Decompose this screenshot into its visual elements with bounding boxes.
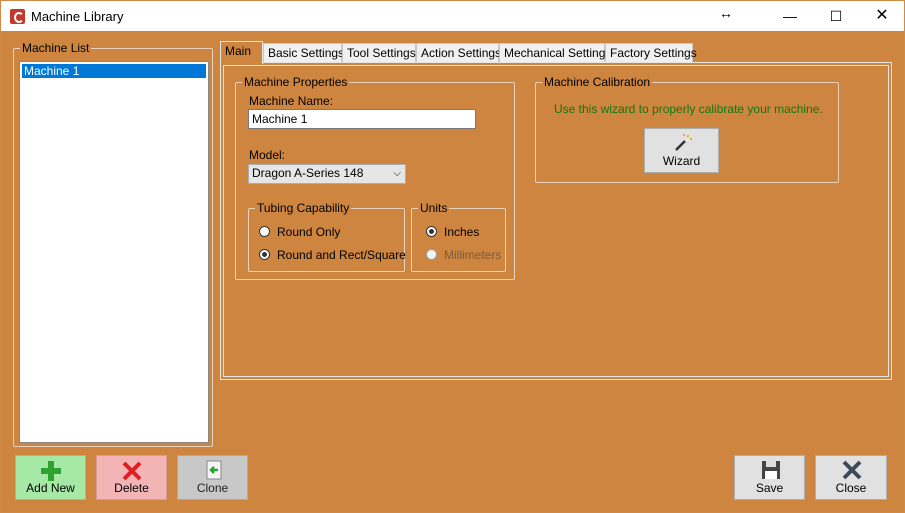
resize-arrows-icon: ↔ bbox=[719, 5, 733, 21]
window-title: Machine Library bbox=[31, 9, 124, 24]
machine-name-label: Machine Name: bbox=[249, 94, 334, 108]
wand-icon bbox=[675, 134, 692, 151]
machine-properties-title: Machine Properties bbox=[242, 75, 350, 89]
model-select[interactable]: Dragon A-Series 148 ⌵ bbox=[248, 164, 406, 184]
maximize-button[interactable]: ☐ bbox=[813, 1, 859, 31]
round-only-radio[interactable] bbox=[259, 226, 270, 237]
x-icon bbox=[122, 461, 142, 481]
delete-button[interactable]: Delete bbox=[96, 455, 167, 500]
tab-mechanical-settings[interactable]: Mechanical Settings bbox=[499, 43, 611, 62]
close-label: Close bbox=[835, 481, 867, 495]
tab-main[interactable]: Main bbox=[220, 41, 263, 64]
list-item[interactable]: Machine 1 bbox=[22, 64, 206, 78]
tab-basic-settings[interactable]: Basic Settings bbox=[263, 43, 344, 62]
tubing-capability-group: Tubing Capability bbox=[248, 201, 405, 272]
save-button[interactable]: Save bbox=[734, 455, 805, 500]
plus-icon bbox=[41, 461, 61, 481]
wizard-label: Wizard bbox=[662, 154, 701, 168]
round-rect-square-radio[interactable] bbox=[259, 249, 270, 260]
add-new-button[interactable]: Add New bbox=[15, 455, 86, 500]
inches-radio[interactable] bbox=[426, 226, 437, 237]
clone-icon bbox=[206, 460, 222, 480]
round-rect-square-label[interactable]: Round and Rect/Square bbox=[277, 248, 406, 262]
close-window-button[interactable]: ✕ bbox=[859, 1, 905, 31]
calibration-hint: Use this wizard to properly calibrate yo… bbox=[554, 102, 823, 116]
millimeters-label: Millimeters bbox=[444, 248, 502, 262]
machine-list[interactable]: Machine 1 bbox=[19, 61, 209, 443]
clone-label: Clone bbox=[196, 481, 229, 495]
machine-calibration-title: Machine Calibration bbox=[542, 75, 653, 89]
machine-name-field[interactable]: Machine 1 bbox=[248, 109, 476, 129]
chevron-down-icon: ⌵ bbox=[393, 168, 401, 179]
tubing-capability-title: Tubing Capability bbox=[255, 201, 352, 215]
units-group: Units bbox=[411, 201, 506, 272]
add-new-label: Add New bbox=[26, 481, 75, 495]
clone-button[interactable]: Clone bbox=[177, 455, 248, 500]
floppy-icon bbox=[762, 461, 780, 479]
machine-library-window: Machine Library ↔ — ☐ ✕ Machine List Mac… bbox=[0, 0, 905, 513]
units-title: Units bbox=[418, 201, 450, 215]
tab-action-settings[interactable]: Action Settings bbox=[416, 43, 501, 62]
delete-label: Delete bbox=[114, 481, 149, 495]
inches-label[interactable]: Inches bbox=[444, 225, 479, 239]
save-label: Save bbox=[755, 481, 784, 495]
model-label: Model: bbox=[249, 148, 286, 162]
tab-tool-settings[interactable]: Tool Settings bbox=[342, 43, 416, 62]
close-x-icon bbox=[842, 460, 862, 480]
close-button[interactable]: Close bbox=[815, 455, 887, 500]
wizard-button[interactable]: Wizard bbox=[644, 128, 719, 173]
app-icon bbox=[10, 9, 25, 24]
title-bar[interactable]: Machine Library ↔ — ☐ ✕ bbox=[1, 1, 904, 31]
machine-list-title: Machine List bbox=[20, 41, 92, 55]
round-only-label[interactable]: Round Only bbox=[277, 225, 340, 239]
tab-factory-settings[interactable]: Factory Settings bbox=[605, 43, 697, 62]
minimize-button[interactable]: — bbox=[767, 1, 813, 31]
model-value: Dragon A-Series 148 bbox=[252, 166, 364, 180]
millimeters-radio bbox=[426, 249, 437, 260]
